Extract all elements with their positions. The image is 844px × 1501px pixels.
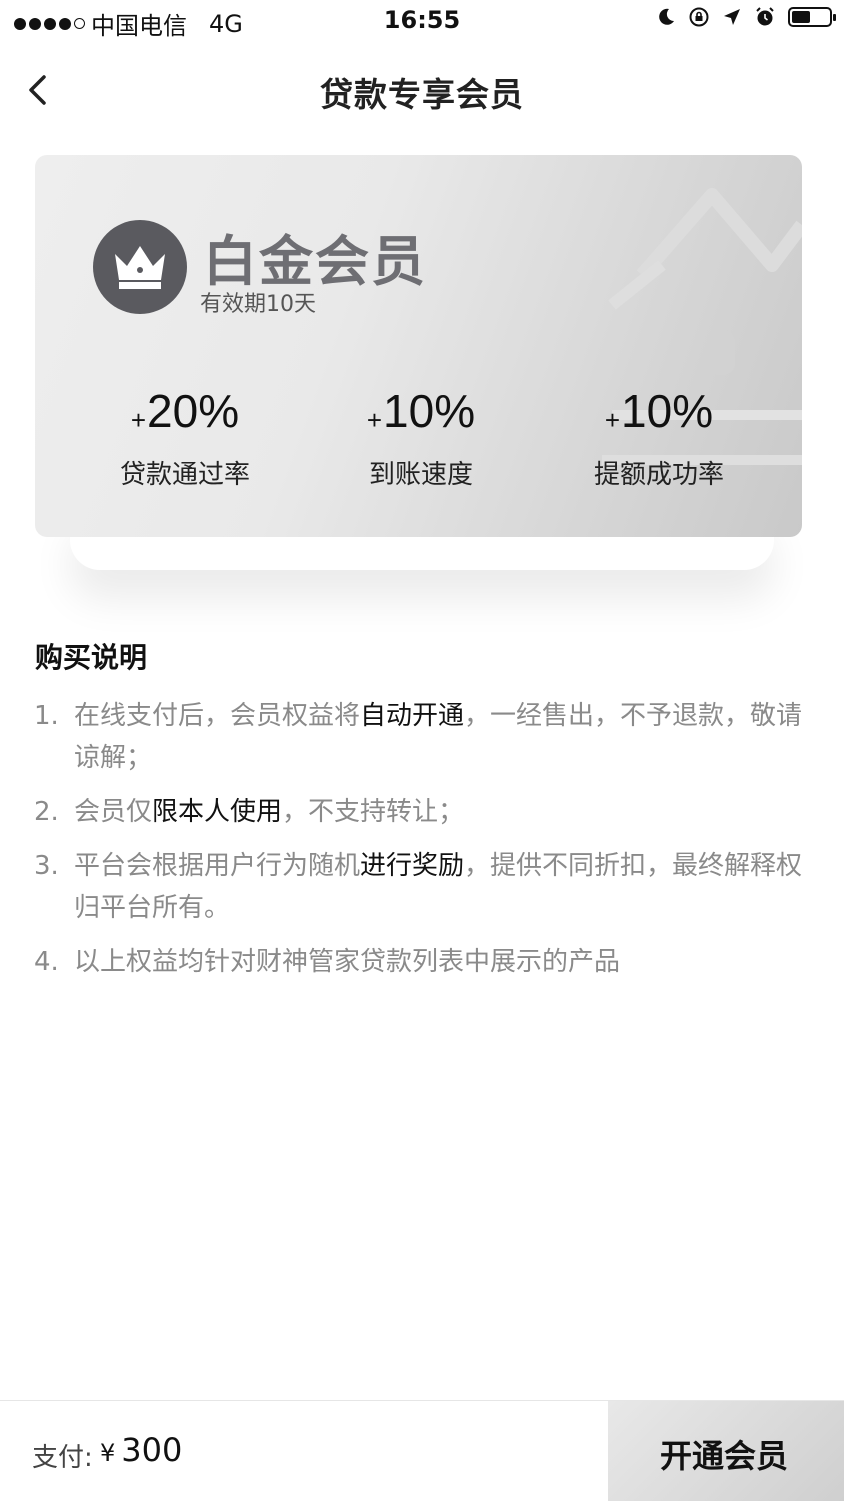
stat-label: 到账速度 bbox=[368, 460, 473, 490]
crown-icon bbox=[115, 246, 165, 289]
membership-tier-name: 白金会员 bbox=[203, 230, 427, 293]
membership-card: 白金会员 有效期10天 +20% 贷款通过率 +10% 到账速度 +10% 提额… bbox=[35, 155, 802, 537]
payment-bar: 支付: ¥300 开通会员 bbox=[0, 1400, 844, 1501]
amount-value: 300 bbox=[121, 1431, 183, 1469]
alarm-icon bbox=[756, 7, 774, 26]
stat-limit-increase: +10% 提额成功率 bbox=[539, 383, 779, 491]
location-arrow-icon bbox=[724, 9, 740, 25]
pay-label: 支付: bbox=[32, 1443, 93, 1473]
open-membership-label: 开通会员 bbox=[660, 1437, 789, 1475]
nav-bar: 贷款专享会员 bbox=[0, 50, 844, 130]
list-item: 2. 会员仅限本人使用，不支持转让； bbox=[34, 797, 465, 827]
stat-arrival-speed: +10% 到账速度 bbox=[301, 383, 541, 491]
moon-icon bbox=[659, 8, 674, 25]
instructions-title: 购买说明 bbox=[35, 641, 148, 674]
list-item: 3. 平台会根据用户行为随机进行奖励，提供不同折扣，最终解释权归平台所有。 bbox=[34, 851, 803, 923]
stat-value: +10% bbox=[604, 385, 714, 437]
currency-symbol: ¥ bbox=[100, 1439, 116, 1467]
stat-label: 提额成功率 bbox=[593, 460, 724, 490]
stat-label: 贷款通过率 bbox=[119, 460, 250, 490]
battery-icon bbox=[788, 7, 836, 27]
stat-value: +10% bbox=[366, 385, 476, 437]
rotation-lock-icon bbox=[689, 7, 709, 27]
open-membership-button[interactable]: 开通会员 bbox=[608, 1401, 844, 1501]
crown-badge bbox=[93, 220, 187, 314]
list-item: 4. 以上权益均针对财神管家贷款列表中展示的产品 bbox=[34, 947, 621, 977]
stat-value: +20% bbox=[130, 385, 240, 437]
stat-pass-rate: +20% 贷款通过率 bbox=[65, 383, 305, 491]
status-right bbox=[656, 6, 836, 28]
membership-validity: 有效期10天 bbox=[200, 292, 316, 317]
status-bar: 中国电信 4G 16:55 bbox=[0, 0, 844, 42]
page-title: 贷款专享会员 bbox=[320, 75, 524, 114]
instructions-list: 1. 在线支付后，会员权益将自动开通，一经售出，不予退款，敬请谅解； 2. 会员… bbox=[34, 695, 824, 995]
pay-amount: ¥300 bbox=[100, 1431, 182, 1469]
list-item: 1. 在线支付后，会员权益将自动开通，一经售出，不予退款，敬请谅解； bbox=[34, 701, 803, 773]
